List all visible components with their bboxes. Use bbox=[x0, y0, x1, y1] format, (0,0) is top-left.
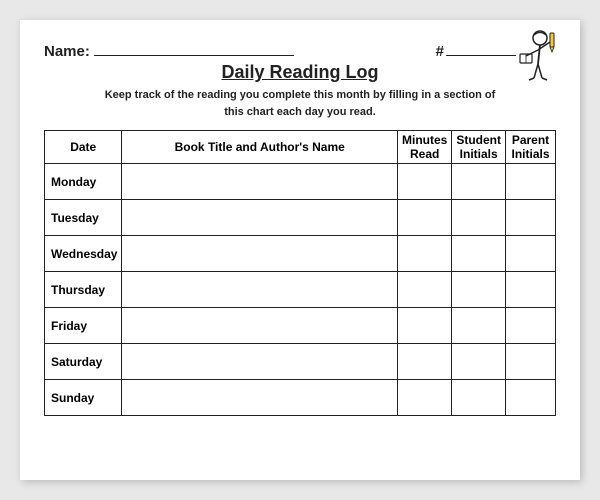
parent-initials-cell-0[interactable] bbox=[506, 164, 556, 200]
student-initials-cell-4[interactable] bbox=[452, 308, 506, 344]
table-row: Monday bbox=[45, 164, 556, 200]
student-initials-cell-1[interactable] bbox=[452, 200, 506, 236]
student-initials-cell-5[interactable] bbox=[452, 344, 506, 380]
header-date: Date bbox=[45, 131, 122, 164]
book-cell-3[interactable] bbox=[122, 272, 398, 308]
hash-label: # bbox=[436, 43, 444, 60]
table-row: Thursday bbox=[45, 272, 556, 308]
minutes-cell-6[interactable] bbox=[397, 380, 451, 416]
parent-initials-cell-1[interactable] bbox=[506, 200, 556, 236]
subtitle-line1: Keep track of the reading you complete t… bbox=[105, 89, 496, 101]
student-initials-cell-0[interactable] bbox=[452, 164, 506, 200]
figure-icon bbox=[512, 28, 564, 88]
parent-initials-cell-4[interactable] bbox=[506, 308, 556, 344]
day-label-wednesday: Wednesday bbox=[45, 236, 122, 272]
subtitle-line2: this chart each day you read. bbox=[224, 106, 376, 118]
header-book: Book Title and Author's Name bbox=[122, 131, 398, 164]
student-initials-cell-6[interactable] bbox=[452, 380, 506, 416]
header-parent-initials: Parent Initials bbox=[506, 131, 556, 164]
day-label-friday: Friday bbox=[45, 308, 122, 344]
parent-initials-cell-3[interactable] bbox=[506, 272, 556, 308]
header-minutes: Minutes Read bbox=[397, 131, 451, 164]
parent-initials-cell-5[interactable] bbox=[506, 344, 556, 380]
table-header-row: Date Book Title and Author's Name Minute… bbox=[45, 131, 556, 164]
minutes-cell-0[interactable] bbox=[397, 164, 451, 200]
header-student-initials: Student Initials bbox=[452, 131, 506, 164]
table-row: Saturday bbox=[45, 344, 556, 380]
student-initials-cell-2[interactable] bbox=[452, 236, 506, 272]
table-row: Sunday bbox=[45, 380, 556, 416]
minutes-cell-4[interactable] bbox=[397, 308, 451, 344]
book-cell-4[interactable] bbox=[122, 308, 398, 344]
day-label-sunday: Sunday bbox=[45, 380, 122, 416]
minutes-cell-5[interactable] bbox=[397, 344, 451, 380]
parent-initials-cell-2[interactable] bbox=[506, 236, 556, 272]
parent-initials-cell-6[interactable] bbox=[506, 380, 556, 416]
name-underline bbox=[94, 40, 294, 56]
page-title: Daily Reading Log bbox=[44, 62, 556, 83]
book-cell-5[interactable] bbox=[122, 344, 398, 380]
name-field: Name: bbox=[44, 40, 294, 60]
number-field: # bbox=[436, 40, 516, 60]
day-label-thursday: Thursday bbox=[45, 272, 122, 308]
page: Name: # Daily Reading Log Keep track of … bbox=[20, 20, 580, 480]
minutes-cell-1[interactable] bbox=[397, 200, 451, 236]
hash-underline bbox=[446, 40, 516, 56]
book-cell-6[interactable] bbox=[122, 380, 398, 416]
subtitle: Keep track of the reading you complete t… bbox=[44, 87, 556, 120]
day-label-tuesday: Tuesday bbox=[45, 200, 122, 236]
book-cell-2[interactable] bbox=[122, 236, 398, 272]
book-cell-1[interactable] bbox=[122, 200, 398, 236]
table-row: Tuesday bbox=[45, 200, 556, 236]
minutes-cell-2[interactable] bbox=[397, 236, 451, 272]
minutes-cell-3[interactable] bbox=[397, 272, 451, 308]
header-row: Name: # bbox=[44, 40, 556, 60]
table-row: Wednesday bbox=[45, 236, 556, 272]
table-row: Friday bbox=[45, 308, 556, 344]
reading-log-table: Date Book Title and Author's Name Minute… bbox=[44, 130, 556, 416]
student-initials-cell-3[interactable] bbox=[452, 272, 506, 308]
book-cell-0[interactable] bbox=[122, 164, 398, 200]
day-label-monday: Monday bbox=[45, 164, 122, 200]
day-label-saturday: Saturday bbox=[45, 344, 122, 380]
name-label: Name: bbox=[44, 43, 90, 60]
